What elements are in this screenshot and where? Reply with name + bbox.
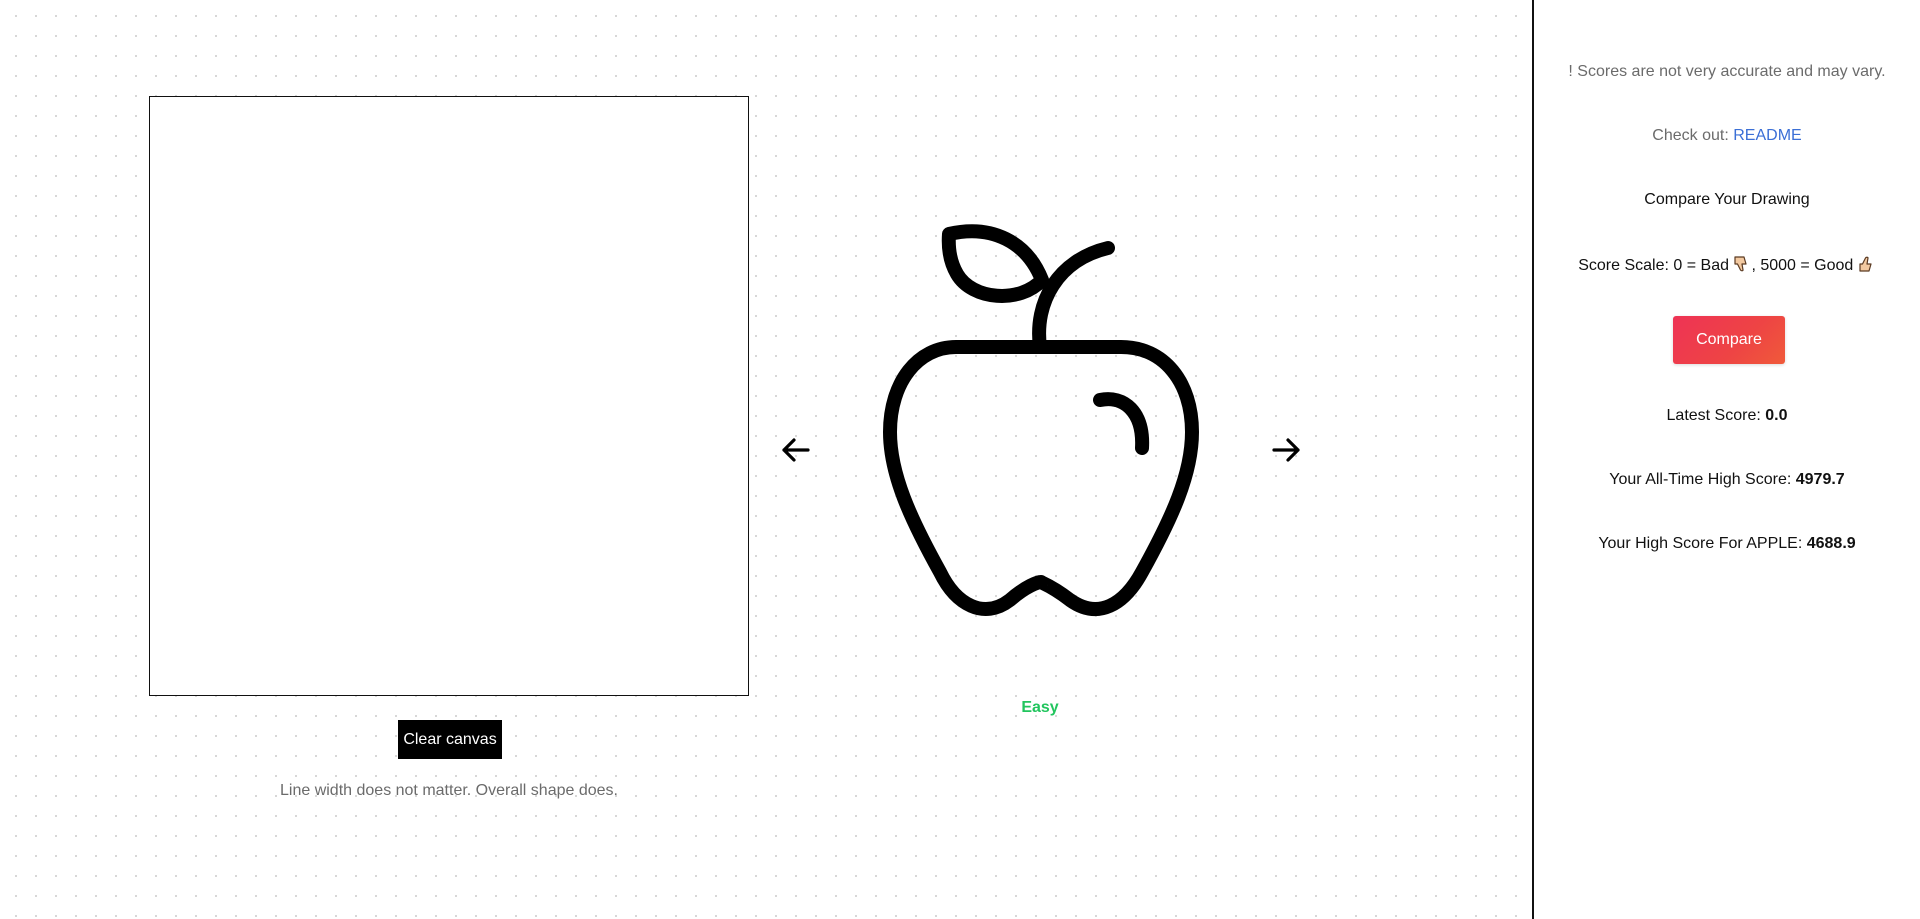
score-scale-text-good: , 5000 = Good xyxy=(1751,257,1858,274)
drawing-canvas[interactable] xyxy=(149,96,749,696)
checkout-prefix: Check out: xyxy=(1652,127,1734,144)
score-scale-text-bad: Score Scale: 0 = Bad xyxy=(1578,257,1734,274)
compare-heading: Compare Your Drawing xyxy=(1644,191,1810,208)
latest-score: Latest Score: 0.0 xyxy=(1534,407,1920,425)
apple-high-score-label: Your High Score For APPLE: xyxy=(1598,535,1807,552)
alltime-high-score: Your All-Time High Score: 4979.7 xyxy=(1534,471,1920,489)
clear-canvas-button[interactable]: Clear canvas xyxy=(398,720,502,759)
main-area: Clear canvas Line width does not matter.… xyxy=(0,0,1532,919)
apple-high-score-value: 4688.9 xyxy=(1806,535,1856,552)
latest-score-value: 0.0 xyxy=(1765,407,1788,424)
apple-icon xyxy=(852,212,1232,652)
next-arrow-icon[interactable] xyxy=(1266,430,1306,470)
readme-link[interactable]: README xyxy=(1733,127,1801,144)
score-scale: Score Scale: 0 = Bad , 5000 = Good xyxy=(1534,255,1920,278)
difficulty-label: Easy xyxy=(1021,699,1059,716)
thumbs-up-icon xyxy=(1858,255,1876,278)
checkout-line: Check out: README xyxy=(1534,127,1920,145)
line-width-hint: Line width does not matter. Overall shap… xyxy=(280,782,618,799)
previous-arrow-icon[interactable] xyxy=(776,430,816,470)
alltime-high-score-value: 4979.7 xyxy=(1795,471,1845,488)
thumbs-down-icon xyxy=(1733,255,1751,278)
latest-score-label: Latest Score: xyxy=(1666,407,1766,424)
compare-button[interactable]: Compare xyxy=(1673,316,1785,364)
apple-high-score: Your High Score For APPLE: 4688.9 xyxy=(1534,535,1920,553)
alltime-high-score-label: Your All-Time High Score: xyxy=(1609,471,1796,488)
accuracy-disclaimer: ! Scores are not very accurate and may v… xyxy=(1568,63,1886,80)
score-sidebar: ! Scores are not very accurate and may v… xyxy=(1532,0,1920,919)
